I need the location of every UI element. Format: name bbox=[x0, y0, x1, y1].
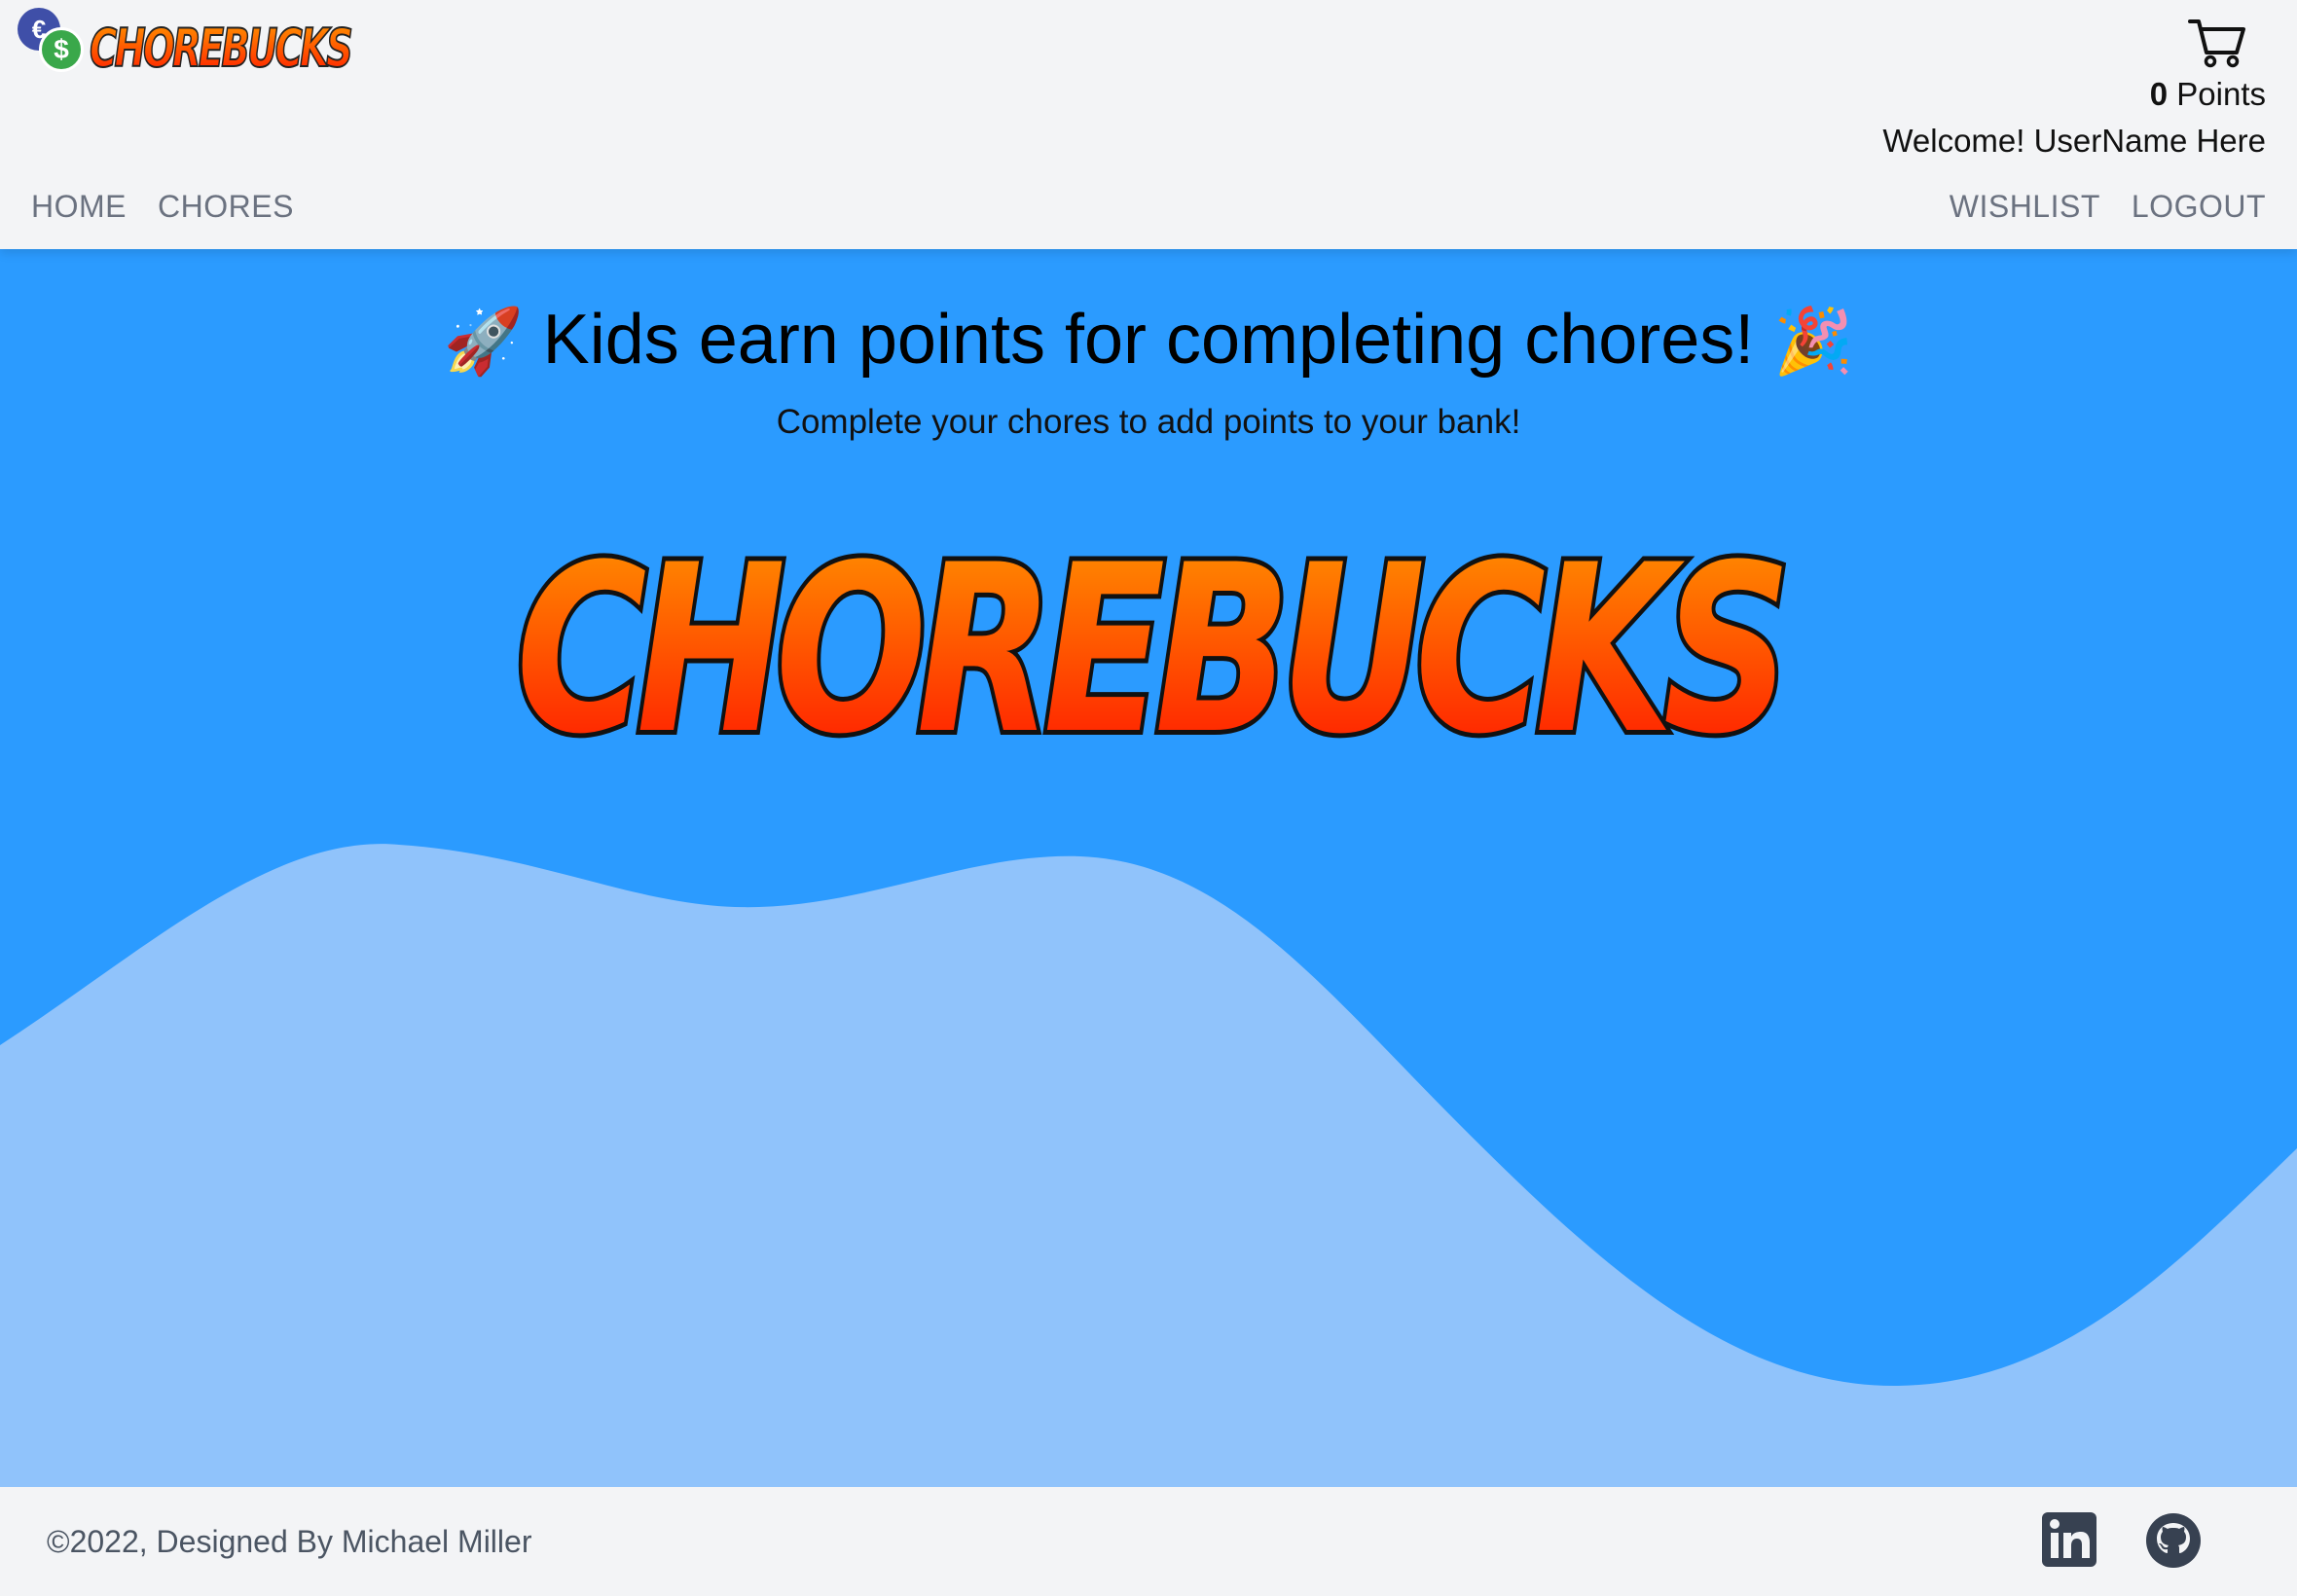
chorebucks-banner-logo: CHOREBUCKS bbox=[511, 511, 1801, 767]
site-logo[interactable]: € $ CHOREBUCKS bbox=[18, 8, 358, 82]
rocket-icon: 🚀 bbox=[443, 305, 524, 377]
party-popper-icon: 🎉 bbox=[1773, 305, 1854, 377]
github-icon[interactable] bbox=[2145, 1512, 2202, 1569]
banner-logo-text: CHOREBUCKS bbox=[516, 516, 1782, 767]
logo-text: CHOREBUCKS bbox=[90, 18, 351, 79]
copyright-text: ©2022, Designed By Michael Miller bbox=[47, 1524, 532, 1559]
points-label: Points bbox=[2168, 76, 2266, 112]
nav-wishlist-link[interactable]: WISHLIST bbox=[1950, 189, 2100, 225]
nav-home-link[interactable]: HOME bbox=[31, 189, 127, 225]
hero-title: 🚀 Kids earn points for completing chores… bbox=[0, 300, 2297, 380]
hero-title-text: Kids earn points for completing chores! bbox=[542, 301, 1755, 379]
site-header: € $ CHOREBUCKS 0 Points Welcome! UserNam… bbox=[0, 0, 2297, 249]
dollar-coin-icon: $ bbox=[39, 27, 84, 72]
shopping-cart-icon[interactable] bbox=[2188, 18, 2246, 68]
nav-left: HOME CHORES bbox=[31, 189, 294, 225]
nav-chores-link[interactable]: CHORES bbox=[158, 189, 294, 225]
points-balance: 0 Points bbox=[2150, 76, 2266, 113]
coins-icon: € $ bbox=[18, 8, 86, 82]
points-value: 0 bbox=[2149, 76, 2169, 112]
linkedin-icon[interactable] bbox=[2042, 1512, 2096, 1567]
nav-logout-link[interactable]: LOGOUT bbox=[2132, 189, 2266, 225]
site-footer: ©2022, Designed By Michael Miller bbox=[0, 1487, 2297, 1596]
hero-subtitle: Complete your chores to add points to yo… bbox=[776, 403, 1521, 441]
logo-wordmark: CHOREBUCKS bbox=[89, 17, 356, 80]
welcome-message: Welcome! UserName Here bbox=[1882, 123, 2266, 159]
nav-right: WISHLIST LOGOUT bbox=[1950, 189, 2266, 225]
hero-section: 🚀 Kids earn points for completing chores… bbox=[0, 249, 2297, 1487]
